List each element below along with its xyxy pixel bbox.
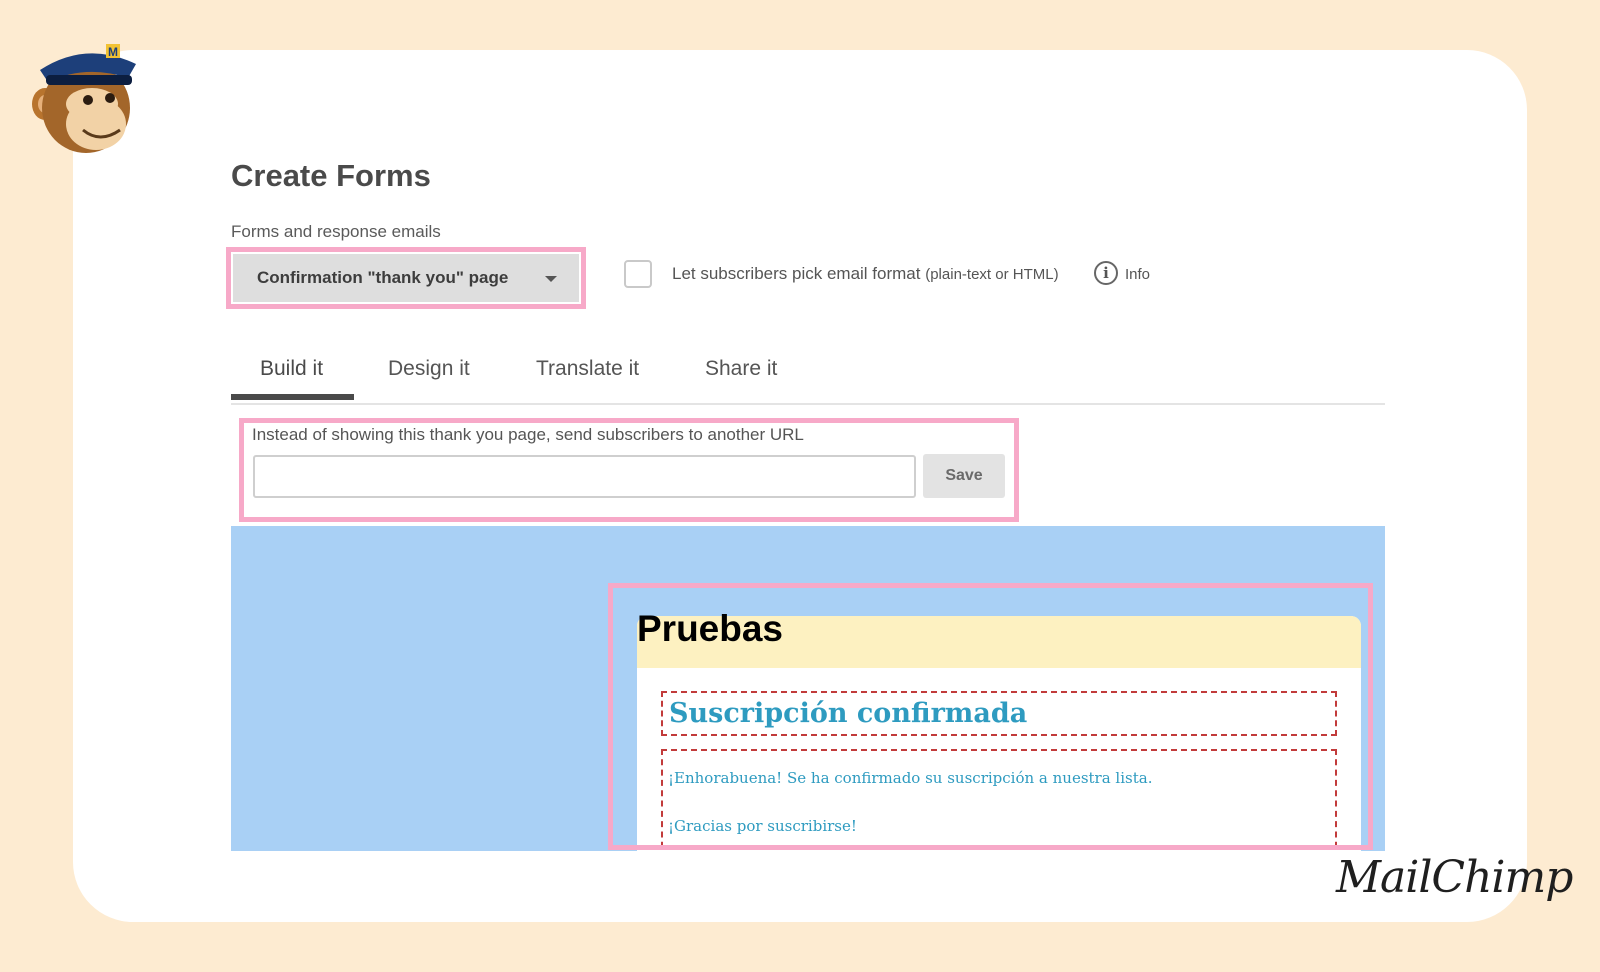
mailchimp-wordmark: MailChimp — [1336, 852, 1573, 903]
email-format-checkbox[interactable] — [624, 260, 652, 288]
preview-heading-block[interactable]: Suscripción confirmada — [661, 691, 1337, 736]
tab-bar: Build it Design it Translate it Share it — [231, 350, 1385, 405]
thanks-message: ¡Gracias por suscribirse! — [668, 817, 857, 835]
tab-design-it[interactable]: Design it — [388, 357, 470, 381]
info-link[interactable]: Info — [1125, 266, 1150, 283]
confirmation-message: ¡Enhorabuena! Se ha confirmado su suscri… — [668, 769, 1153, 787]
preview-body-block[interactable]: ¡Enhorabuena! Se ha confirmado su suscri… — [661, 749, 1337, 851]
chevron-down-icon — [545, 276, 557, 282]
tab-build-it[interactable]: Build it — [260, 357, 323, 381]
confirmation-heading: Suscripción confirmada — [669, 698, 1028, 729]
redirect-url-input[interactable] — [253, 455, 916, 498]
email-format-label: Let subscribers pick email format (plain… — [672, 264, 1059, 283]
preview-form-title: Pruebas — [637, 608, 784, 649]
dropdown-selected-value: Confirmation "thank you" page — [257, 268, 509, 287]
badge-letter: M — [108, 45, 118, 59]
redirect-url-label: Instead of showing this thank you page, … — [252, 425, 804, 444]
preview-form-card: Suscripción confirmada ¡Enhorabuena! Se … — [637, 616, 1361, 851]
form-type-dropdown[interactable]: Confirmation "thank you" page — [233, 254, 579, 302]
mailchimp-mascot-logo: M — [32, 44, 136, 153]
tab-share-it[interactable]: Share it — [705, 357, 777, 381]
active-tab-indicator — [231, 394, 354, 400]
info-icon[interactable]: i — [1094, 261, 1118, 285]
page-title: Create Forms — [231, 158, 431, 193]
tab-translate-it[interactable]: Translate it — [536, 357, 639, 381]
forms-select-label: Forms and response emails — [231, 222, 441, 241]
save-button[interactable]: Save — [923, 454, 1005, 498]
form-preview-area: Suscripción confirmada ¡Enhorabuena! Se … — [231, 526, 1385, 851]
